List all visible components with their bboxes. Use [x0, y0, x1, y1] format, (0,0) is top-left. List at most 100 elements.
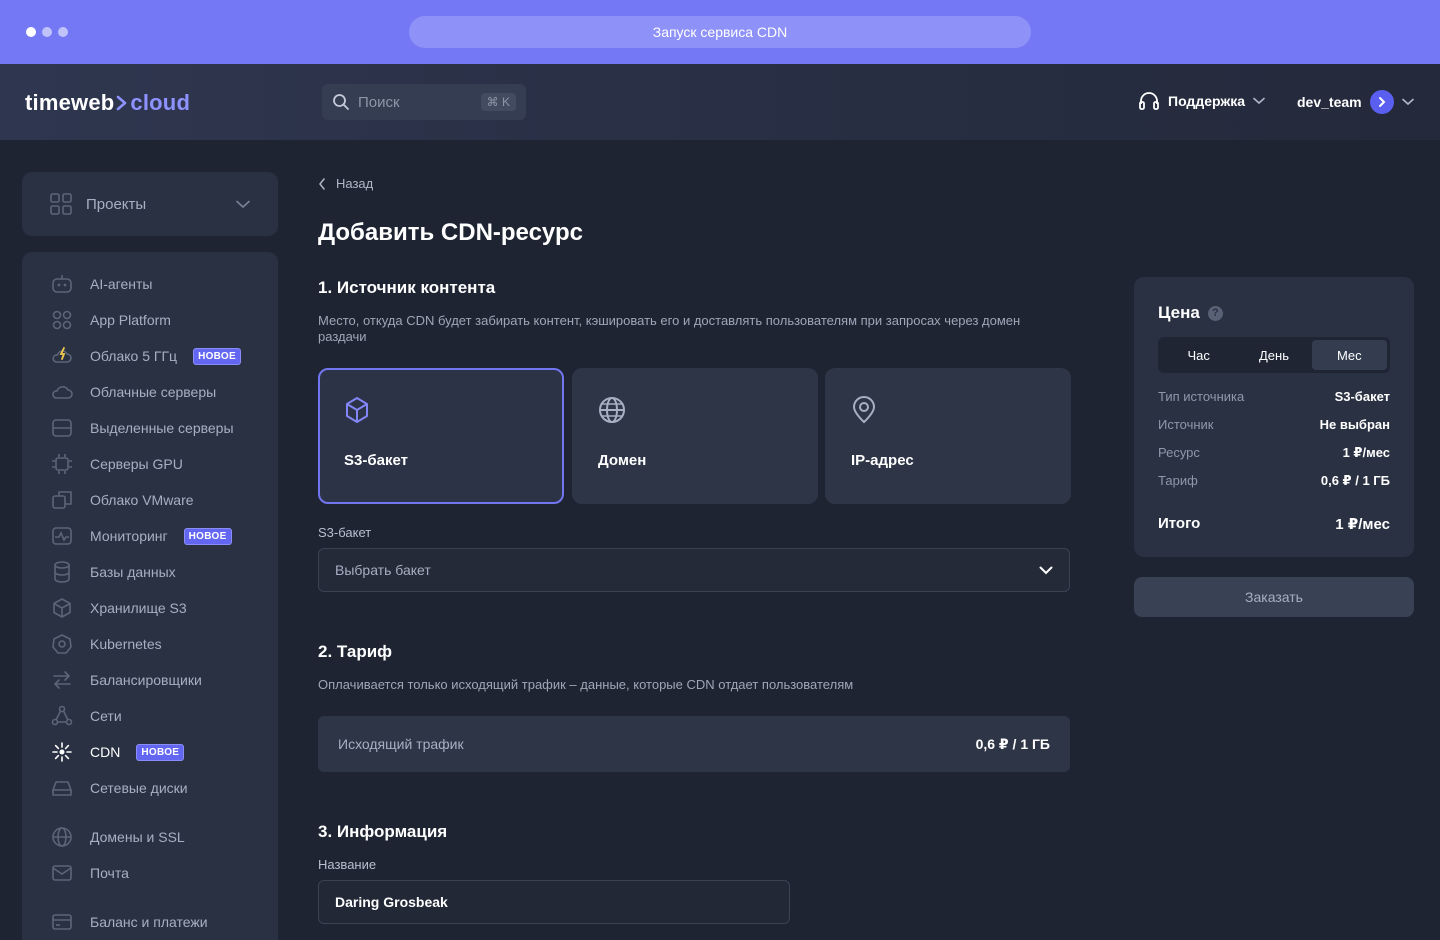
- desc-line: Место, откуда CDN будет забирать контент…: [318, 313, 1021, 328]
- headset-icon: [1139, 92, 1159, 110]
- mail-icon: [50, 861, 74, 885]
- sidebar-item-network-disks[interactable]: Сетевые диски: [50, 776, 188, 800]
- apps-grid-icon: [50, 308, 74, 332]
- sidebar-item-label: Почта: [90, 865, 129, 881]
- sidebar-item-label: Балансировщики: [90, 672, 202, 688]
- disk-icon: [50, 776, 74, 800]
- sidebar-item-databases[interactable]: Базы данных: [50, 560, 176, 584]
- chevron-down-icon: [1039, 566, 1053, 574]
- sidebar-item-label: Выделенные серверы: [90, 420, 234, 436]
- chevron-down-icon: [1401, 98, 1414, 106]
- sidebar-item-cdn[interactable]: CDN НОВОЕ: [50, 740, 185, 764]
- price-title-text: Цена: [1158, 303, 1200, 322]
- back-link[interactable]: Назад: [318, 176, 373, 191]
- sidebar-item-networks[interactable]: Сети: [50, 704, 122, 728]
- user-menu[interactable]: dev_team: [1297, 90, 1414, 114]
- cube-icon: [50, 596, 74, 620]
- source-option-ip-address[interactable]: IP-адрес: [825, 368, 1071, 504]
- cube-icon: [344, 396, 370, 429]
- sidebar-item-kubernetes[interactable]: Kubernetes: [50, 632, 162, 656]
- cdn-icon: [50, 740, 74, 764]
- search-input[interactable]: Поиск ⌘ K: [322, 84, 526, 120]
- monitoring-icon: [50, 524, 74, 548]
- traffic-label: Исходящий трафик: [338, 736, 464, 752]
- price-row-value: 1 ₽/мес: [1342, 445, 1390, 460]
- address-bar[interactable]: Запуск сервиса CDN: [409, 16, 1031, 48]
- sidebar-item-vmware[interactable]: Облако VMware: [50, 488, 194, 512]
- sidebar-item-monitoring[interactable]: Мониторинг НОВОЕ: [50, 524, 232, 548]
- total-value: 1 ₽/мес: [1335, 516, 1390, 533]
- sidebar-item-label: CDN: [90, 744, 121, 760]
- sidebar-item-cloud-servers[interactable]: Облачные серверы: [50, 380, 216, 404]
- outgoing-traffic-row: Исходящий трафик 0,6 ₽ / 1 ГБ: [318, 716, 1070, 772]
- chevron-down-icon: [236, 200, 250, 208]
- source-option-domain[interactable]: Домен: [572, 368, 818, 504]
- address-bar-title: Запуск сервиса CDN: [652, 24, 788, 40]
- timeweb-cloud-logo[interactable]: timeweb cloud: [25, 90, 190, 116]
- price-row-source-type: Тип источника S3-бакет: [1158, 389, 1390, 404]
- kubernetes-icon: [50, 632, 74, 656]
- source-option-s3-bucket[interactable]: S3-бакет: [318, 368, 564, 504]
- period-option-day[interactable]: День: [1236, 340, 1311, 370]
- sidebar-item-label: Мониторинг: [90, 528, 168, 544]
- sidebar-item-label: Баланс и платежи: [90, 914, 208, 930]
- period-option-hour[interactable]: Час: [1161, 340, 1236, 370]
- price-row-value: Не выбран: [1319, 417, 1390, 432]
- sidebar-item-billing[interactable]: Баланс и платежи: [50, 910, 208, 934]
- globe-icon: [598, 396, 626, 429]
- window-minimize-dot[interactable]: [42, 27, 52, 37]
- window-maximize-dot[interactable]: [58, 27, 68, 37]
- back-label: Назад: [336, 176, 374, 191]
- resource-name-value: Daring Grosbeak: [335, 894, 448, 910]
- sidebar-item-gpu-servers[interactable]: Серверы GPU: [50, 452, 183, 476]
- logo-text-timeweb: timeweb: [25, 90, 115, 115]
- name-field-label: Название: [318, 857, 377, 872]
- order-button[interactable]: Заказать: [1134, 577, 1414, 617]
- sidebar-item-label: AI-агенты: [90, 276, 153, 292]
- sidebar-item-cloud-5ghz[interactable]: Облако 5 ГГц НОВОЕ: [50, 344, 241, 368]
- projects-label: Проекты: [86, 195, 147, 213]
- window-close-dot[interactable]: [26, 27, 36, 37]
- price-row-key: Тип источника: [1158, 389, 1245, 404]
- sidebar-item-dedicated-servers[interactable]: Выделенные серверы: [50, 416, 234, 440]
- sidebar-item-app-platform[interactable]: App Platform: [50, 308, 171, 332]
- new-badge: НОВОЕ: [183, 527, 232, 545]
- bucket-select[interactable]: Выбрать бакет: [318, 548, 1070, 592]
- price-row-value: S3-бакет: [1334, 389, 1390, 404]
- price-row-key: Источник: [1158, 417, 1214, 432]
- network-icon: [50, 704, 74, 728]
- logo-text-cloud: cloud: [130, 90, 191, 115]
- price-row-source: Источник Не выбран: [1158, 417, 1390, 432]
- resource-name-input[interactable]: Daring Grosbeak: [318, 880, 790, 924]
- sidebar-item-label: Хранилище S3: [90, 600, 187, 616]
- support-menu[interactable]: Поддержка: [1138, 91, 1265, 111]
- section-tariff-desc: Оплачивается только исходящий трафик – д…: [318, 677, 854, 692]
- avatar: [1369, 90, 1394, 114]
- new-badge: НОВОЕ: [136, 743, 185, 761]
- database-icon: [50, 560, 74, 584]
- bucket-field-label: S3-бакет: [318, 525, 372, 540]
- sidebar-item-mail[interactable]: Почта: [50, 861, 129, 885]
- projects-dropdown[interactable]: Проекты: [22, 172, 278, 236]
- sidebar-item-label: Базы данных: [90, 564, 176, 580]
- support-label: Поддержка: [1168, 93, 1246, 109]
- help-icon[interactable]: ?: [1207, 305, 1223, 321]
- app-header: timeweb cloud Поиск ⌘ K Поддержка dev_te…: [0, 64, 1440, 140]
- sidebar-item-label: Серверы GPU: [90, 456, 183, 472]
- globe-icon: [50, 825, 74, 849]
- sidebar-nav: AI-агенты App Platform Облако 5 ГГц НОВО…: [22, 252, 278, 940]
- sidebar-item-ai-agents[interactable]: AI-агенты: [50, 272, 152, 296]
- sidebar-item-domains-ssl[interactable]: Домены и SSL: [50, 825, 185, 849]
- card-icon: [50, 910, 74, 934]
- traffic-price: 0,6 ₽ / 1 ГБ: [975, 735, 1050, 752]
- chevron-left-icon: [319, 177, 325, 190]
- sidebar-item-s3-storage[interactable]: Хранилище S3: [50, 596, 187, 620]
- cloud-bolt-icon: [50, 344, 74, 368]
- sidebar-item-balancers[interactable]: Балансировщики: [50, 668, 202, 692]
- sidebar-item-label: Kubernetes: [90, 636, 162, 652]
- price-row-resource: Ресурс 1 ₽/мес: [1158, 445, 1390, 461]
- period-option-month[interactable]: Мес: [1311, 340, 1387, 370]
- sidebar-item-label: Облако VMware: [90, 492, 194, 508]
- sidebar-item-label: Сетевые диски: [90, 780, 188, 796]
- browser-titlebar: Запуск сервиса CDN: [0, 0, 1440, 64]
